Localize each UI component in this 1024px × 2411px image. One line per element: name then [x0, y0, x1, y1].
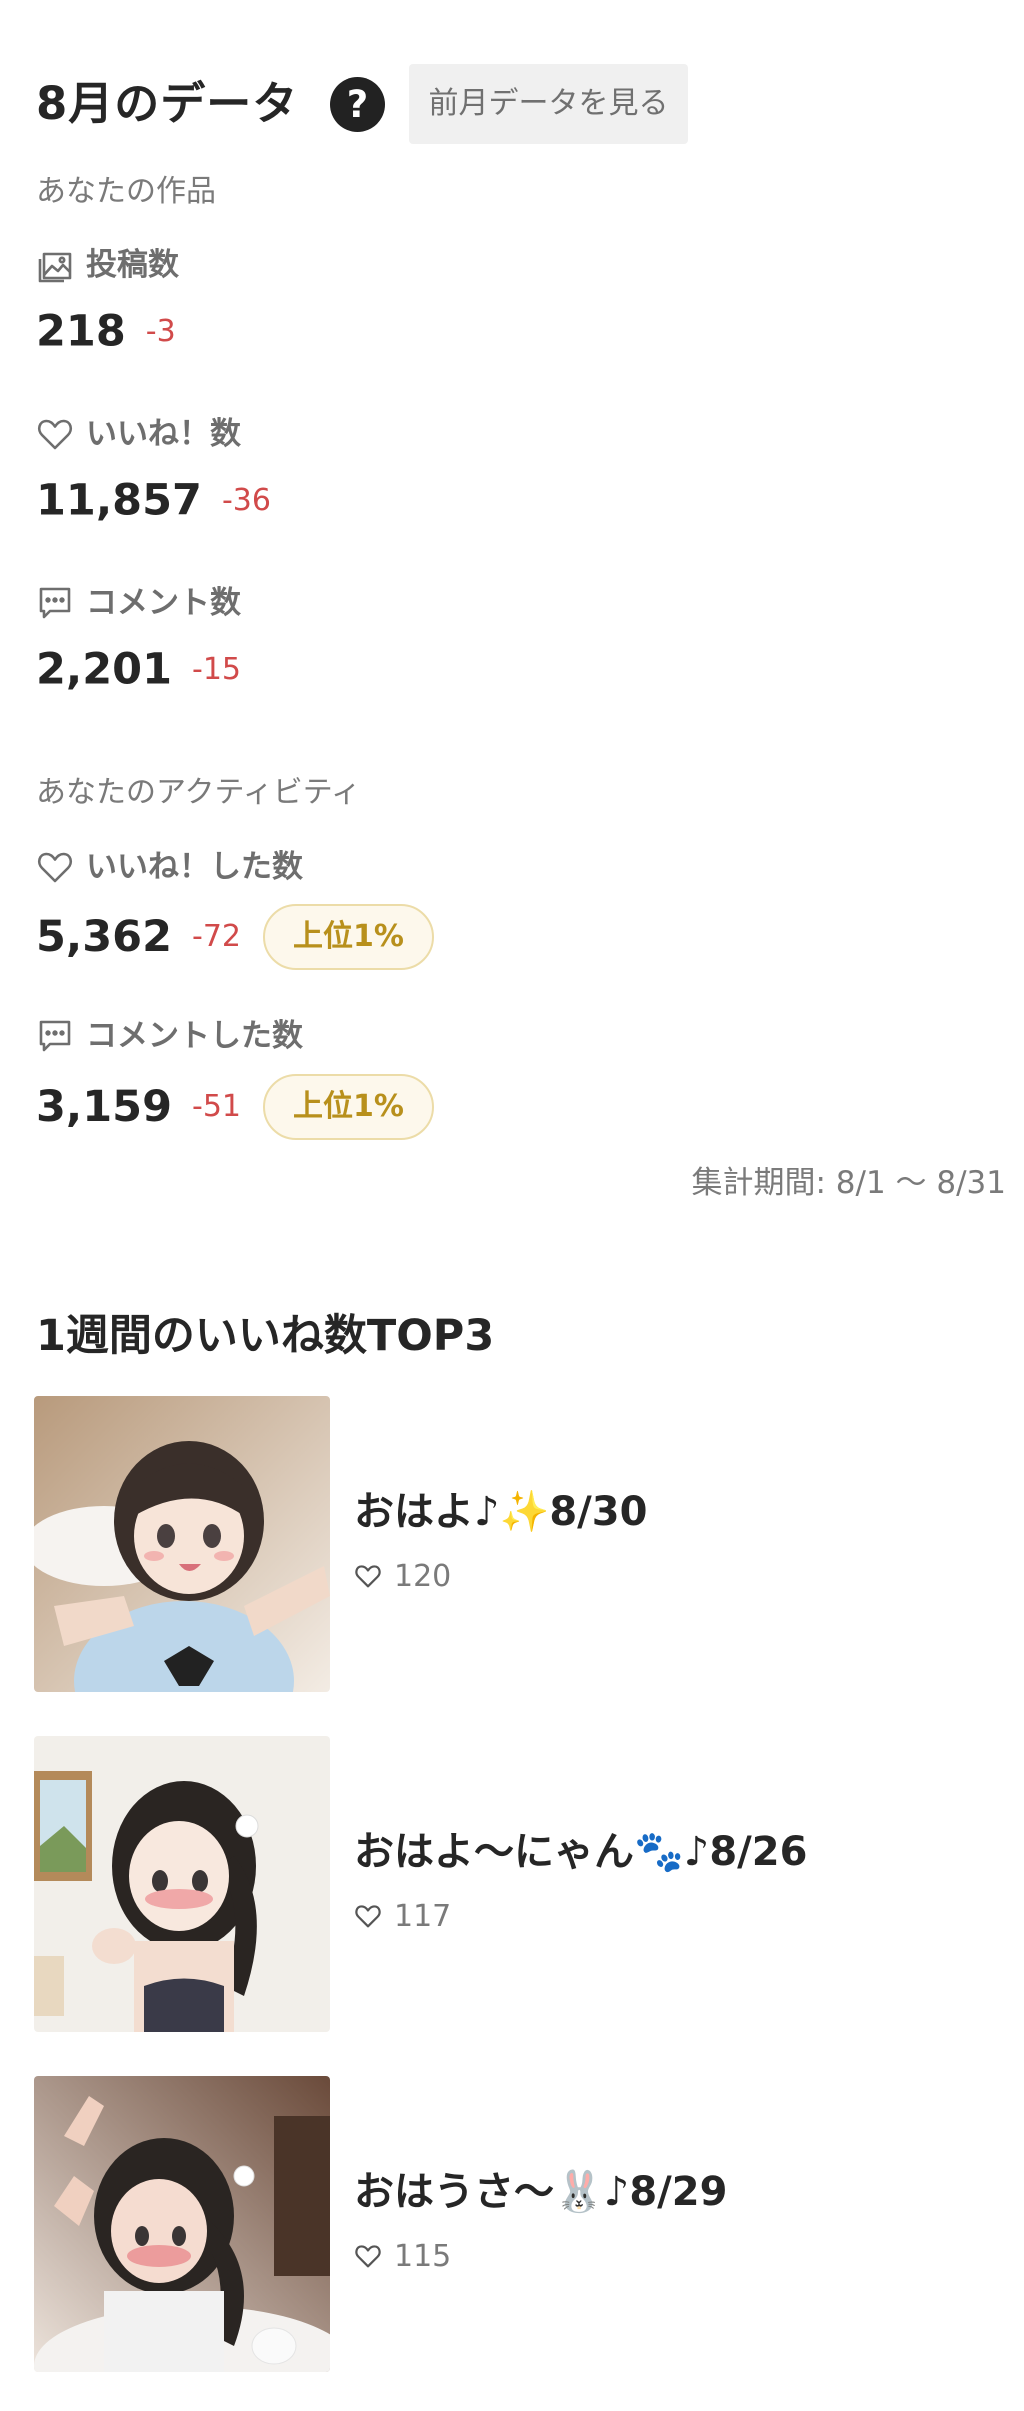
- help-icon[interactable]: ?: [330, 77, 385, 132]
- metric-value-likes-given: 5,362 -72 上位1%: [36, 904, 434, 970]
- metric-label-text: いいね！数: [86, 416, 241, 452]
- post-title: おはよ〜にゃん🐾♪8/26: [354, 1829, 808, 1875]
- previous-month-button[interactable]: 前月データを見る: [409, 64, 688, 144]
- metric-value-posts: 218 -3: [36, 302, 176, 360]
- comment-icon: [36, 584, 74, 622]
- metric-label-likes: いいね！数: [36, 414, 241, 454]
- metric-number: 5,362: [36, 912, 173, 962]
- top-post-item[interactable]: おはうさ〜🐰♪8/29 115: [34, 2076, 994, 2372]
- monthly-stats-page: 8月のデータ ? 前月データを見る あなたの作品 投稿数 218 -3 いいね！数…: [0, 0, 1024, 2411]
- post-thumbnail[interactable]: [34, 2076, 330, 2372]
- post-thumbnail[interactable]: [34, 1396, 330, 1692]
- heart-icon: [355, 1564, 381, 1587]
- post-likes: 117: [354, 1898, 451, 1936]
- section-label-your-works: あなたの作品: [36, 174, 216, 209]
- metric-delta: -72: [192, 919, 242, 954]
- rank-badge: 上位1%: [263, 904, 434, 970]
- metric-label-comments: コメント数: [36, 583, 241, 623]
- metric-delta: -3: [145, 313, 176, 349]
- metric-number: 2,201: [36, 644, 173, 695]
- comment-icon: [36, 1017, 74, 1055]
- metric-label-likes-given: いいね！した数: [36, 847, 303, 887]
- metric-number: 3,159: [36, 1082, 173, 1132]
- metric-label-comments-given: コメントした数: [36, 1016, 303, 1056]
- section-label-your-activity: あなたのアクティビティ: [36, 775, 361, 810]
- heart-icon: [36, 415, 74, 453]
- metric-value-comments-given: 3,159 -51 上位1%: [36, 1074, 434, 1140]
- metric-label-text: いいね！した数: [86, 849, 303, 885]
- metric-number: 218: [36, 306, 126, 357]
- heart-icon: [355, 2244, 381, 2267]
- metric-delta: -36: [221, 482, 271, 518]
- metric-value-likes: 11,857 -36: [36, 471, 271, 529]
- like-count: 117: [394, 1899, 452, 1934]
- metric-delta: -51: [192, 1089, 242, 1124]
- metric-value-comments: 2,201 -15: [36, 640, 241, 698]
- post-likes: 115: [354, 2238, 451, 2276]
- post-thumbnail[interactable]: [34, 1736, 330, 2032]
- heart-icon: [355, 1904, 381, 1927]
- metric-label-text: コメントした数: [86, 1018, 303, 1054]
- post-title: おはよ♪✨8/30: [354, 1489, 648, 1535]
- metric-label-posts: 投稿数: [36, 245, 179, 285]
- metric-label-text: 投稿数: [86, 247, 179, 283]
- metric-number: 11,857: [36, 475, 202, 526]
- page-title: 8月のデータ: [36, 77, 299, 130]
- top-likes-title: 1週間のいいね数TOP3: [36, 1311, 495, 1361]
- like-count: 115: [394, 2239, 452, 2274]
- rank-badge: 上位1%: [263, 1074, 434, 1140]
- heart-icon: [36, 848, 74, 886]
- aggregation-period: 集計期間: 8/1 ～ 8/31: [691, 1165, 1006, 1201]
- like-count: 120: [394, 1559, 452, 1594]
- post-likes: 120: [354, 1558, 451, 1596]
- metric-delta: -15: [192, 651, 242, 687]
- top-post-item[interactable]: おはよ〜にゃん🐾♪8/26 117: [34, 1736, 994, 2032]
- post-title: おはうさ〜🐰♪8/29: [354, 2169, 728, 2215]
- metric-label-text: コメント数: [86, 585, 241, 621]
- gallery-icon: [36, 246, 74, 284]
- top-post-item[interactable]: おはよ♪✨8/30 120: [34, 1396, 994, 1692]
